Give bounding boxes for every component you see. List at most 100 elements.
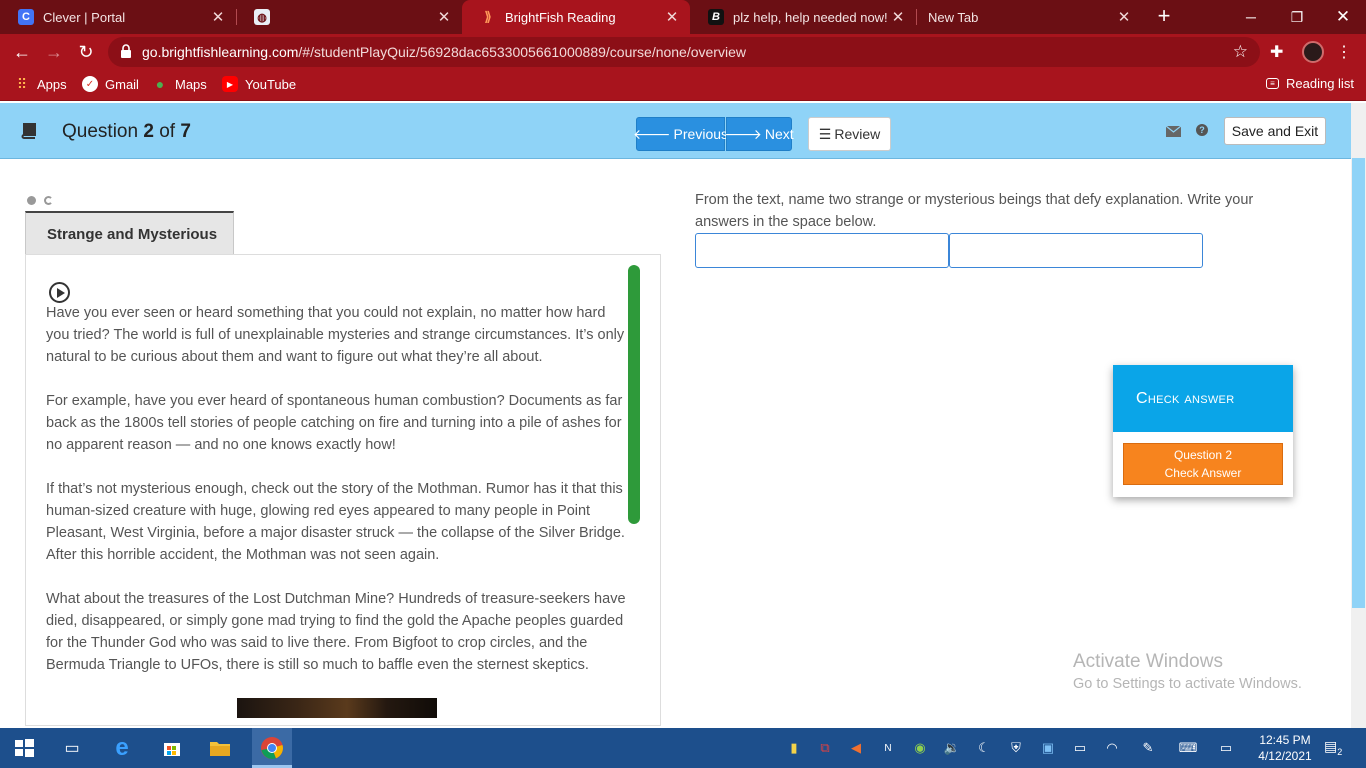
- bookmark-star-icon[interactable]: ☆: [1233, 42, 1248, 62]
- question-prompt: From the text, name two strange or myste…: [695, 192, 1254, 230]
- review-button[interactable]: ☰ Review: [808, 117, 891, 151]
- url-text: go.brightfishlearning.com/#/studentPlayQ…: [142, 44, 746, 60]
- tray-speaker-alert-icon[interactable]: ◀: [848, 740, 864, 756]
- back-arrow-icon[interactable]: ←: [10, 40, 34, 64]
- restore-icon[interactable]: ❐: [1274, 0, 1320, 34]
- save-and-exit-button[interactable]: Save and Exit: [1224, 117, 1326, 145]
- list-icon: ☰: [818, 125, 832, 142]
- pager-dot[interactable]: [27, 196, 36, 205]
- passage-paragraph: If that’s not mysterious enough, check o…: [46, 481, 625, 563]
- extensions-puzzle-icon[interactable]: ✚: [1270, 42, 1283, 62]
- notifications-button[interactable]: ▤2: [1324, 738, 1342, 757]
- question-prefix: Question: [62, 121, 139, 142]
- store-icon[interactable]: [160, 736, 184, 760]
- file-explorer-icon[interactable]: [208, 736, 232, 760]
- display-icon[interactable]: ▭: [1218, 740, 1234, 756]
- wifi-icon[interactable]: ◠: [1104, 740, 1120, 756]
- tray-screen-icon[interactable]: ⧉: [817, 740, 833, 756]
- reload-icon[interactable]: ↻: [74, 40, 98, 64]
- close-icon[interactable]: ✕: [1116, 8, 1132, 26]
- close-icon[interactable]: ✕: [664, 8, 680, 26]
- tab-title: plz help, help needed now! - B: [733, 9, 890, 25]
- bookmark-apps[interactable]: ⠿ Apps: [14, 76, 67, 92]
- reading-list-icon: ≡: [1266, 78, 1279, 89]
- tab-brainly-question[interactable]: B plz help, help needed now! - B ✕: [690, 0, 916, 34]
- taskbar-clock[interactable]: 12:45 PM 4/12/2021: [1252, 732, 1318, 764]
- passage-paragraph: What about the treasures of the Lost Dut…: [46, 591, 626, 673]
- url-path: /#/studentPlayQuiz/56928dac6533005661000…: [298, 44, 746, 60]
- close-icon[interactable]: ✕: [436, 8, 452, 26]
- next-button[interactable]: 🡒 Next: [724, 117, 794, 151]
- question-current: 2: [143, 121, 154, 142]
- url-host: go.brightfishlearning.com: [142, 44, 299, 60]
- forward-arrow-icon[interactable]: →: [42, 40, 66, 64]
- task-view-icon[interactable]: ▭: [60, 736, 84, 760]
- menu-kebab-icon[interactable]: ⋮: [1336, 42, 1352, 62]
- browser-toolbar: ← → ↻ go.brightfishlearning.com/#/studen…: [0, 34, 1366, 70]
- volume-icon[interactable]: 🔉: [944, 740, 960, 756]
- answer-input-1[interactable]: [695, 233, 949, 268]
- lock-icon: [121, 44, 131, 58]
- bookmark-maps[interactable]: ● Maps: [152, 76, 207, 92]
- bookmark-label: Apps: [37, 76, 67, 92]
- tab-clever-portal[interactable]: C Clever | Portal ✕: [0, 0, 236, 34]
- loading-spinner-icon: [44, 196, 53, 205]
- arrow-left-icon: 🡐: [633, 125, 671, 142]
- reading-list-button[interactable]: ≡ Reading list: [1266, 76, 1354, 91]
- keyboard-icon[interactable]: ⌨: [1176, 740, 1200, 756]
- bookmark-gmail[interactable]: ✓ Gmail: [82, 76, 139, 92]
- previous-button[interactable]: 🡐 Previous: [633, 117, 728, 151]
- check-button-line1: Question 2: [1173, 448, 1233, 462]
- passage-title-tab[interactable]: Strange and Mysterious: [25, 211, 234, 255]
- check-answer-button[interactable]: Question 2 Check Answer: [1123, 443, 1283, 485]
- watermark-subtitle: Go to Settings to activate Windows.: [1073, 676, 1302, 692]
- profile-avatar[interactable]: [1302, 41, 1324, 63]
- windows-start-icon[interactable]: [12, 736, 36, 760]
- windows-taskbar: ▭ e: [0, 728, 1366, 768]
- pen-icon[interactable]: ✎: [1140, 740, 1156, 756]
- reading-list-label: Reading list: [1286, 76, 1354, 91]
- tray-app-icon[interactable]: ▮: [786, 740, 802, 756]
- activate-windows-watermark: Activate Windows Go to Settings to activ…: [1073, 651, 1302, 692]
- answer-input-2[interactable]: [949, 233, 1203, 268]
- address-bar[interactable]: go.brightfishlearning.com/#/studentPlayQ…: [108, 37, 1260, 67]
- play-audio-icon[interactable]: [49, 282, 70, 303]
- new-tab-button[interactable]: +: [1152, 5, 1176, 29]
- window-close-icon[interactable]: ✕: [1320, 0, 1366, 34]
- tab-untitled[interactable]: ◍ ✕: [236, 0, 462, 34]
- notification-icon: ▤: [1324, 738, 1338, 754]
- battery-icon[interactable]: ▭: [1072, 740, 1088, 756]
- tray-browser-icon[interactable]: ◉: [912, 740, 928, 756]
- tab-title: Clever | Portal: [43, 9, 126, 25]
- bookmark-label: Maps: [175, 76, 207, 92]
- brightfish-favicon-icon: ⟫: [484, 9, 492, 24]
- passage-paragraph: For example, have you ever heard of spon…: [46, 393, 623, 453]
- bookmark-youtube[interactable]: ▶ YouTube: [222, 76, 296, 92]
- check-answer-heading: Check answer: [1113, 365, 1293, 432]
- check-button-line2: Check Answer: [1164, 466, 1242, 480]
- night-light-icon[interactable]: ☾: [976, 740, 992, 756]
- minimize-icon[interactable]: ─: [1228, 0, 1274, 34]
- next-label: Next: [764, 126, 794, 142]
- security-shield-icon[interactable]: ⛨: [1008, 740, 1024, 756]
- tab-brightfish-reading[interactable]: ⟫ BrightFish Reading ✕: [462, 0, 690, 34]
- page-scrollbar-thumb[interactable]: [1352, 158, 1365, 608]
- passage-scrollbar-thumb[interactable]: [628, 265, 640, 524]
- close-icon[interactable]: ✕: [890, 8, 906, 26]
- tray-network-app-icon[interactable]: ▣: [1040, 740, 1056, 756]
- tab-title: New Tab: [928, 9, 979, 25]
- chrome-taskbar-button[interactable]: [252, 728, 292, 768]
- question-of: of: [159, 121, 176, 142]
- question-total: 7: [180, 121, 191, 142]
- question-counter: Question 2 of 7: [62, 121, 191, 143]
- close-icon[interactable]: ✕: [210, 8, 226, 26]
- tab-new-tab[interactable]: New Tab ✕: [910, 0, 1142, 34]
- tab-title: BrightFish Reading: [505, 9, 616, 25]
- help-icon[interactable]: ?: [1196, 124, 1208, 136]
- arrow-right-icon: 🡒: [724, 125, 762, 142]
- clock-time: 12:45 PM: [1259, 733, 1311, 747]
- envelope-icon[interactable]: [1166, 126, 1181, 137]
- passage-text: Have you ever seen or heard something th…: [46, 302, 628, 698]
- edge-browser-icon[interactable]: e: [110, 734, 134, 761]
- tray-nk-icon[interactable]: N: [880, 740, 896, 756]
